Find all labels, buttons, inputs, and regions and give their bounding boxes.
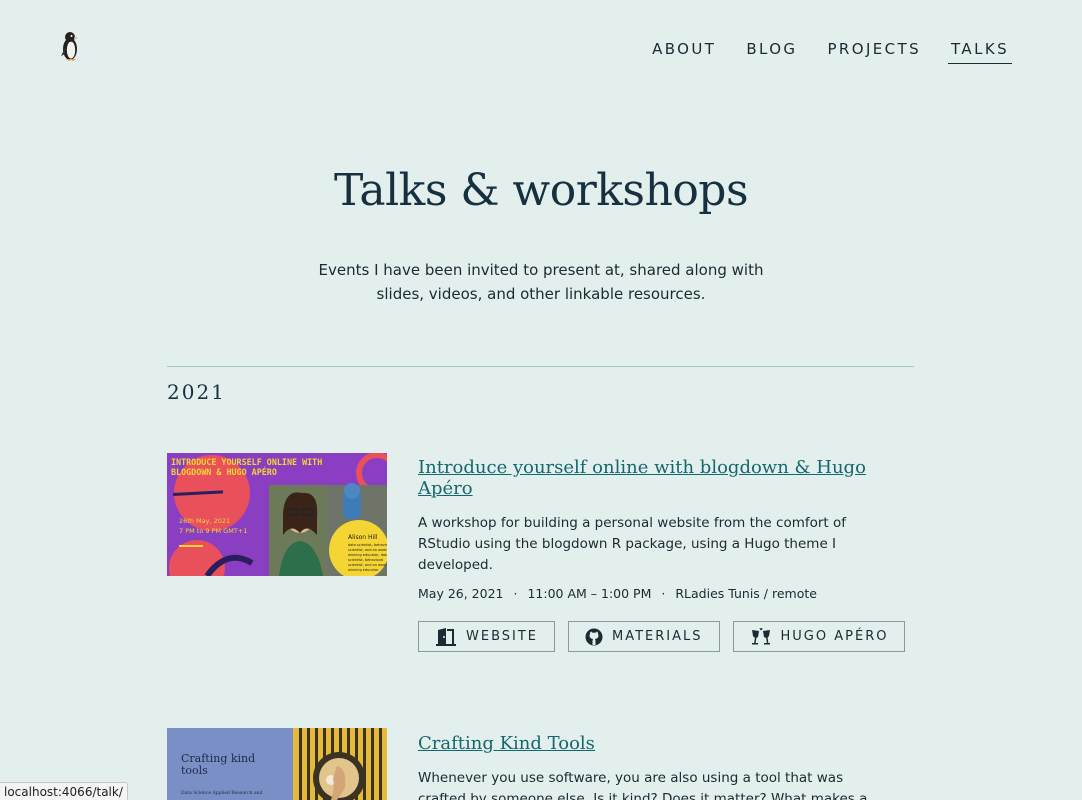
meta-separator: · [661,586,666,601]
website-button-label: WEBSITE [466,629,538,644]
talk-title-link[interactable]: Introduce yourself online with blogdown … [418,457,918,499]
meta-separator: · [513,586,518,601]
svg-text:scientist, behavioral: scientist, behavioral [348,558,383,562]
page: ABOUT BLOG PROJECTS TALKS Talks & worksh… [0,0,1082,800]
svg-text:scientist, and an award-: scientist, and an award- [348,563,387,567]
svg-text:BLOGDOWN & HUGO APÉRO: BLOGDOWN & HUGO APÉRO [171,466,277,477]
talk-thumbnail-art: Alison Hill data scientist, behavioral s… [167,453,387,576]
hugo-apero-button[interactable]: HUGO APÉRO [732,621,906,652]
talk-thumbnail[interactable]: Crafting kind tools Data Science Applied… [167,728,387,800]
svg-text:tools: tools [181,764,208,777]
talk-meta: May 26, 2021 · 11:00 AM – 1:00 PM · RLad… [418,586,918,601]
main-nav: ABOUT BLOG PROJECTS TALKS [649,38,1012,64]
talk-thumbnail[interactable]: Alison Hill data scientist, behavioral s… [167,453,387,576]
talk-description: A workshop for building a personal websi… [418,515,847,573]
materials-button-label: MATERIALS [612,629,703,644]
hugo-apero-button-label: HUGO APÉRO [780,629,889,644]
talk-time: 11:00 AM – 1:00 PM [527,586,652,601]
svg-text:scientist, and an award-: scientist, and an award- [348,548,387,552]
svg-text:winning educator, data: winning educator, data [348,553,387,557]
page-subtitle: Events I have been invited to present at… [318,261,764,303]
nav-talks[interactable]: TALKS [948,38,1012,64]
svg-text:INTRODUCE YOURSELF ONLINE W: INTRODUCE YOURSELF ONLINE WITH [171,457,322,467]
thumb-caption: Data Science Applied Research and [181,790,263,796]
penguin-icon[interactable] [60,30,82,62]
github-icon [585,628,603,646]
thumb-name: Alison Hill [348,534,378,541]
nav-blog[interactable]: BLOG [743,38,800,64]
thumb-date-1: 26th May, 2021 [179,517,230,525]
website-button[interactable]: WEBSITE [418,621,555,652]
talk-title-link[interactable]: Crafting Kind Tools [418,733,595,754]
status-bar-url: localhost:4066/talk/ [0,782,128,800]
nav-projects[interactable]: PROJECTS [824,38,924,64]
talk-buttons: WEBSITE MATERIALS HUGO APÉRO [418,621,918,652]
nav-about[interactable]: ABOUT [649,38,719,64]
svg-text:data scientist, behavioral: data scientist, behavioral [348,543,387,547]
glasses-cheers-icon [750,627,772,646]
thumb-date-2: 7 PM to 9 PM GMT+1 [179,527,247,535]
talk-thumbnail-art: Crafting kind tools Data Science Applied… [167,728,387,800]
year-heading: 2021 [167,380,226,404]
talk-entry: Introduce yourself online with blogdown … [418,457,918,652]
materials-button[interactable]: MATERIALS [568,621,720,652]
page-title: Talks & workshops [333,165,749,216]
door-open-icon [435,627,457,646]
talk-description: Whenever you use software, you are also … [418,770,868,800]
talk-location: RLadies Tunis / remote [675,586,817,601]
section-divider [167,366,914,367]
svg-text:winning educator: winning educator [348,568,379,572]
talk-date: May 26, 2021 [418,586,504,601]
talk-entry: Crafting Kind Tools Whenever you use sof… [418,733,918,800]
